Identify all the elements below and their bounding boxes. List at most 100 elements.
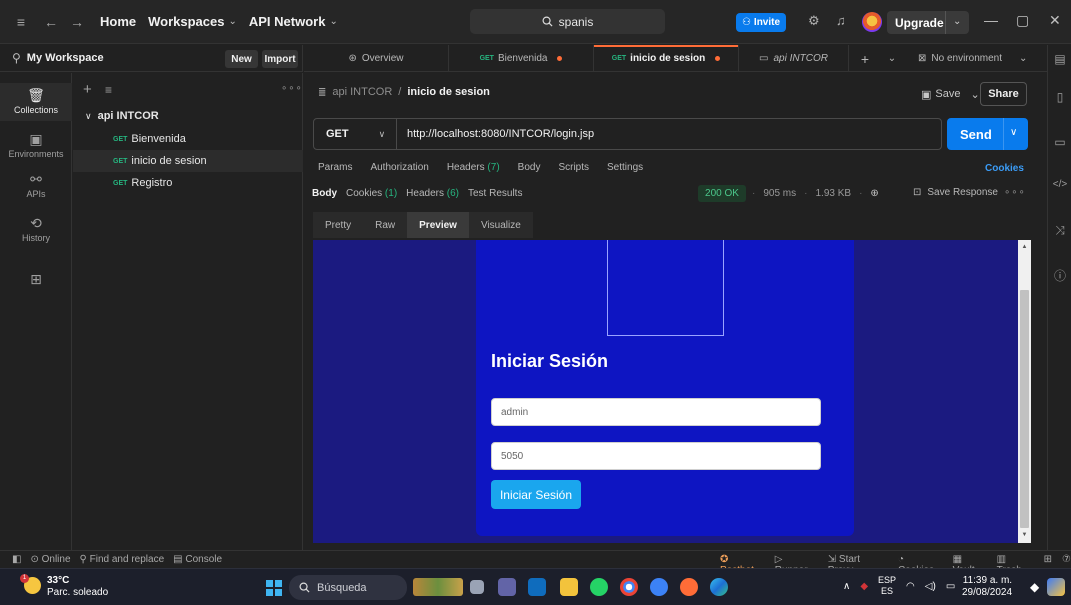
home-link[interactable]: Home: [100, 14, 136, 29]
file-explorer-icon[interactable]: [560, 578, 578, 596]
weather-widget[interactable]: 1 33°C Parc. soleado: [20, 574, 108, 599]
share-button[interactable]: Share: [980, 82, 1027, 106]
tab-settings[interactable]: Settings: [607, 162, 643, 178]
save-response-button[interactable]: ⊡ Save Response ∘∘∘: [913, 187, 1026, 198]
maximize-icon[interactable]: ▢: [1016, 12, 1029, 29]
new-button[interactable]: New: [225, 50, 258, 68]
teams-icon[interactable]: [498, 578, 516, 596]
minimize-icon[interactable]: —: [984, 12, 998, 28]
globe-icon[interactable]: ⊕: [870, 188, 878, 199]
tree-folder-api-intcor[interactable]: ∨ api INTCOR: [73, 105, 303, 127]
volume-icon[interactable]: ◁): [925, 581, 936, 592]
response-tab-body[interactable]: Body: [312, 188, 337, 204]
docs-icon[interactable]: ▯: [1048, 90, 1071, 104]
response-time[interactable]: 905 ms: [763, 188, 796, 199]
tree-request-bienvenida[interactable]: GET Bienvenida: [73, 128, 303, 150]
rail-collections[interactable]: 🗑 Collections: [0, 83, 72, 121]
status-badge[interactable]: 200 OK: [698, 185, 746, 202]
preview-scrollbar[interactable]: ▲ ▼: [1018, 240, 1031, 543]
find-replace-button[interactable]: ⚲ Find and replace: [80, 554, 165, 565]
avatar[interactable]: [862, 12, 882, 32]
tab-authorization[interactable]: Authorization: [370, 162, 428, 178]
news-widget-icon[interactable]: [413, 578, 463, 596]
scroll-down-icon[interactable]: ▼: [1018, 532, 1031, 538]
rail-environments[interactable]: ▣ Environments: [0, 131, 72, 159]
chrome-icon[interactable]: [620, 578, 638, 596]
cookies-link[interactable]: Cookies: [985, 163, 1024, 174]
tab-overview[interactable]: ⊛ Overview: [304, 45, 449, 72]
plus-icon[interactable]: +: [83, 81, 92, 98]
environment-quick-look-icon[interactable]: ▤: [1048, 52, 1071, 66]
settings-icon[interactable]: ⚙: [808, 13, 820, 29]
breadcrumb-parent[interactable]: api INTCOR: [332, 86, 392, 98]
rail-history[interactable]: ⟲ History: [0, 215, 72, 243]
tab-headers[interactable]: Headers (7): [447, 162, 500, 178]
view-tab-raw[interactable]: Raw: [363, 212, 408, 238]
scroll-up-icon[interactable]: ▲: [1018, 244, 1031, 250]
tab-bienvenida[interactable]: GET Bienvenida: [449, 45, 594, 72]
chevron-down-icon[interactable]: ∨: [1010, 127, 1017, 138]
sidebar-filter[interactable]: [105, 81, 273, 101]
view-tab-preview[interactable]: Preview: [407, 212, 469, 238]
comments-icon[interactable]: ▭: [1048, 135, 1071, 149]
more-options-icon[interactable]: ∘∘∘: [1004, 187, 1026, 198]
console-button[interactable]: ▤ Console: [173, 554, 222, 565]
clock[interactable]: 11:39 a. m. 29/08/2024: [962, 575, 1012, 599]
battery-icon[interactable]: ▭: [946, 581, 955, 592]
antivirus-icon[interactable]: ◆: [860, 581, 868, 592]
new-tab-button[interactable]: +: [849, 45, 881, 72]
outlook-icon[interactable]: [528, 578, 546, 596]
environment-select[interactable]: ⊠ No environment ⌄: [912, 45, 1042, 72]
tree-request-registro[interactable]: GET Registro: [73, 172, 303, 194]
tab-scripts[interactable]: Scripts: [558, 162, 589, 178]
send-button[interactable]: Send ∨: [947, 118, 1028, 150]
tabs-dropdown[interactable]: ⌄: [881, 45, 903, 72]
task-view-icon[interactable]: [470, 580, 484, 594]
tab-api-intcor[interactable]: ▭ api INTCOR: [739, 45, 849, 72]
rail-configure[interactable]: ⊞: [0, 271, 72, 289]
workspace-title[interactable]: My Workspace: [27, 52, 104, 64]
response-tab-headers[interactable]: Headers (6): [406, 188, 459, 204]
sidebar-toggle-icon[interactable]: ◧: [12, 554, 21, 565]
menu-icon[interactable]: ≡: [10, 14, 32, 30]
tab-inicio-de-sesion[interactable]: GET inicio de sesion: [594, 45, 739, 72]
more-options-icon[interactable]: ∘∘∘: [281, 83, 303, 94]
notification-bell-icon[interactable]: ◆: [1030, 580, 1039, 594]
response-tab-cookies[interactable]: Cookies (1): [346, 188, 397, 204]
response-size[interactable]: 1.93 KB: [815, 188, 851, 199]
scroll-thumb[interactable]: [1020, 290, 1029, 528]
whatsapp-icon[interactable]: [590, 578, 608, 596]
postman-icon[interactable]: [680, 578, 698, 596]
password-input[interactable]: 5050: [491, 442, 821, 470]
edge-icon[interactable]: [710, 578, 728, 596]
close-icon[interactable]: ✕: [1049, 12, 1061, 29]
notification-bell-icon[interactable]: ♫: [836, 13, 846, 28]
tab-params[interactable]: Params: [318, 162, 352, 178]
tree-request-inicio-de-sesion[interactable]: GET inicio de sesion: [73, 150, 303, 172]
view-tab-pretty[interactable]: Pretty: [313, 212, 364, 238]
view-tab-visualize[interactable]: Visualize: [468, 212, 533, 238]
upgrade-button[interactable]: Upgrade ⌄: [887, 11, 969, 34]
online-status[interactable]: ⊙ Online: [30, 554, 70, 565]
import-button[interactable]: Import: [262, 50, 298, 68]
username-input[interactable]: admin: [491, 398, 821, 426]
chevron-up-icon[interactable]: ∧: [843, 581, 850, 592]
shield-app-icon[interactable]: [650, 578, 668, 596]
related-icon[interactable]: ⤨: [1048, 223, 1071, 238]
method-select[interactable]: GET ∨: [314, 119, 397, 149]
chevron-down-icon[interactable]: ⌄: [953, 16, 961, 27]
invite-button[interactable]: ⚇ Invite: [736, 13, 786, 32]
language-indicator[interactable]: ESP ES: [878, 575, 896, 597]
taskbar-search[interactable]: Búsqueda: [289, 575, 407, 600]
info-icon[interactable]: ⓘ: [1048, 267, 1071, 284]
save-button[interactable]: ▣ Save ⌄: [921, 83, 980, 105]
api-network-menu[interactable]: API Network ⌄: [249, 14, 338, 29]
code-icon[interactable]: </>: [1048, 179, 1071, 190]
workspaces-menu[interactable]: Workspaces ⌄: [148, 14, 237, 29]
global-search[interactable]: spanis: [470, 9, 665, 34]
tab-body[interactable]: Body: [518, 162, 541, 178]
breadcrumb-current[interactable]: inicio de sesion: [407, 86, 490, 98]
response-tab-test-results[interactable]: Test Results: [468, 188, 522, 204]
rail-apis[interactable]: ⚯ APIs: [0, 171, 72, 199]
windows-start-icon[interactable]: [266, 580, 282, 596]
